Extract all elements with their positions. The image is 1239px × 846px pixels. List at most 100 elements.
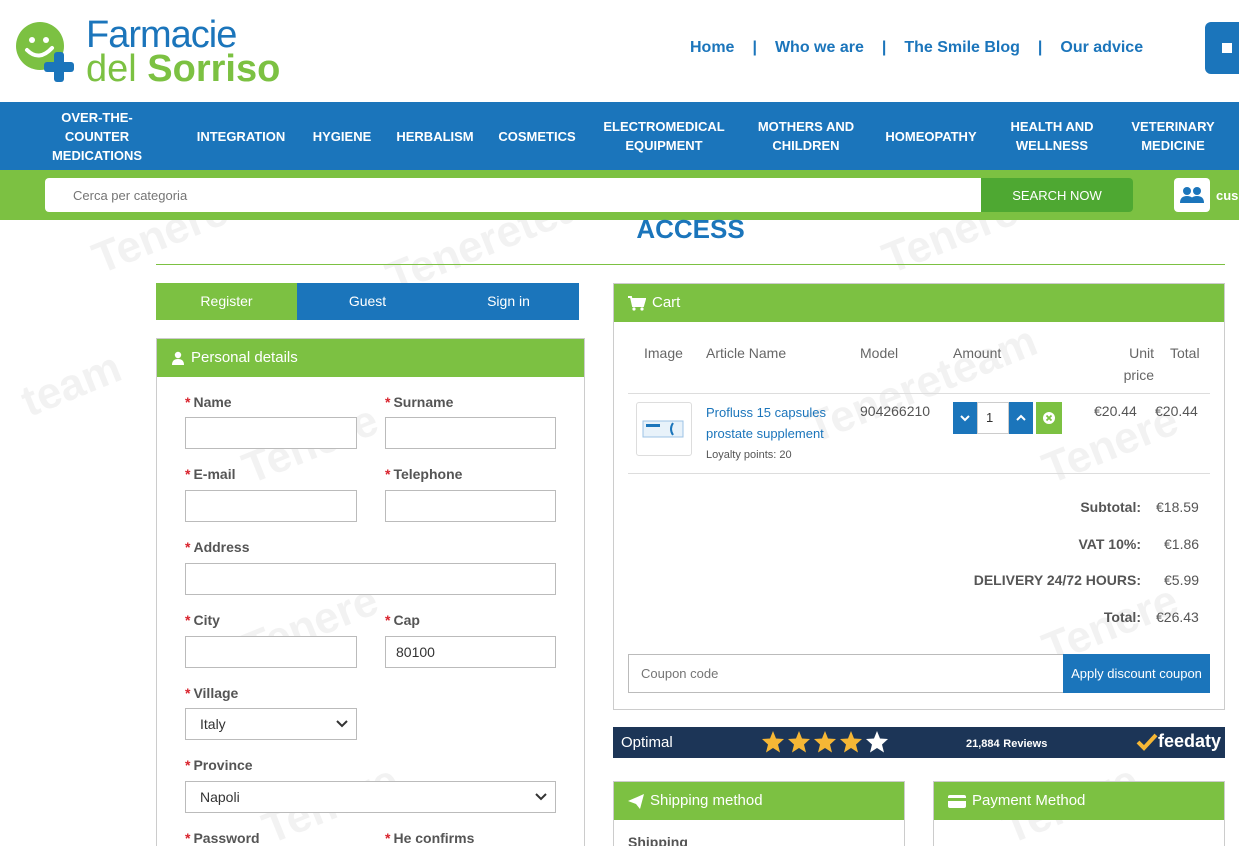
city-input[interactable] [185, 636, 357, 668]
search-bar: SEARCH NOW cus [0, 170, 1239, 220]
chevron-down-icon [336, 720, 348, 728]
rating-text: Optimal [621, 734, 673, 751]
product-name-link[interactable]: Profluss 15 capsules prostate supplement [706, 402, 846, 444]
village-select[interactable]: Italy [185, 708, 357, 740]
feedaty-rating-bar[interactable]: Optimal 21,884 Reviews feedaty [613, 727, 1225, 758]
remove-circle-icon [1043, 412, 1055, 424]
shipping-method-title: Shipping method [650, 792, 763, 809]
vat-value: €1.86 [1164, 536, 1200, 552]
category-health-wellness[interactable]: HEALTH AND WELLNESS [1005, 117, 1099, 155]
site-header: Farmacie del Sorriso Home | Who we are |… [0, 0, 1239, 102]
customer-area-button[interactable] [1174, 178, 1210, 212]
site-logo[interactable]: Farmacie del Sorriso [14, 14, 314, 90]
nav-separator: | [881, 39, 887, 56]
chevron-down-icon [535, 793, 547, 801]
category-cosmetics[interactable]: COSMETICS [495, 127, 579, 146]
province-select[interactable]: Napoli [185, 781, 556, 813]
cart-header: Cart [614, 284, 1224, 322]
access-tabs: Register Guest Sign in [156, 283, 579, 320]
city-label: * City [185, 612, 220, 628]
address-input[interactable] [185, 563, 556, 595]
checkmark-icon [1136, 733, 1158, 751]
category-mothers-children[interactable]: MOTHERS AND CHILDREN [752, 117, 860, 155]
col-total: Total [1170, 345, 1200, 361]
name-input[interactable] [185, 417, 357, 449]
category-otc[interactable]: OVER-THE-COUNTER MEDICATIONS [30, 108, 164, 165]
tab-register[interactable]: Register [156, 283, 297, 320]
shipping-label: Shipping [628, 834, 688, 846]
telephone-input[interactable] [385, 490, 556, 522]
star-filled-icon [788, 731, 810, 753]
category-veterinary[interactable]: VETERINARY MEDICINE [1124, 117, 1222, 155]
top-nav: Home | Who we are | The Smile Blog | Our… [690, 36, 1143, 60]
cart-title: Cart [652, 294, 681, 311]
category-homeopathy[interactable]: HOMEOPATHY [880, 127, 982, 146]
name-label: * Name [185, 394, 232, 410]
village-selected: Italy [200, 716, 226, 732]
col-article: Article Name [706, 345, 787, 361]
nav-our-advice[interactable]: Our advice [1060, 39, 1143, 57]
reviews-count: 21,884 Reviews [966, 738, 1048, 750]
item-unit-price: €20.44 [1094, 403, 1137, 419]
telephone-label: * Telephone [385, 466, 463, 482]
qty-input[interactable]: 1 [977, 402, 1009, 434]
surname-input[interactable] [385, 417, 556, 449]
subtotal-value: €18.59 [1156, 499, 1199, 515]
cap-input[interactable] [385, 636, 556, 668]
personal-details-header: Personal details [157, 339, 584, 377]
shopping-cart-icon [628, 295, 646, 311]
nav-who-we-are[interactable]: Who we are [775, 39, 864, 57]
category-integration[interactable]: INTEGRATION [192, 127, 290, 146]
nav-separator: | [1037, 39, 1043, 56]
chevron-up-icon [1016, 414, 1026, 421]
surname-label: * Surname [385, 394, 454, 410]
chevron-down-icon [960, 415, 970, 422]
qty-increase-button[interactable] [1009, 402, 1033, 434]
total-value: €26.43 [1156, 609, 1199, 625]
tab-sign-in[interactable]: Sign in [438, 283, 579, 320]
product-loyalty-points: Loyalty points: 20 [706, 449, 792, 461]
search-input[interactable] [45, 178, 981, 212]
page-title: ACCESS [636, 214, 745, 244]
tab-guest[interactable]: Guest [297, 283, 438, 320]
credit-card-icon [948, 794, 966, 808]
table-divider [628, 393, 1210, 394]
star-filled-icon [762, 731, 784, 753]
payment-method-panel: Payment Method [933, 781, 1225, 846]
cart-panel: Cart Image Article Name Model Amount Uni… [613, 283, 1225, 710]
cap-label: * Cap [385, 612, 420, 628]
product-image[interactable] [636, 402, 692, 456]
customer-area-label[interactable]: cus [1216, 188, 1238, 203]
search-button[interactable]: SEARCH NOW [981, 178, 1133, 212]
nav-smile-blog[interactable]: The Smile Blog [904, 39, 1020, 57]
vat-label: VAT 10%: [1078, 536, 1142, 552]
user-icon [172, 351, 184, 365]
category-herbalism[interactable]: HERBALISM [392, 127, 478, 146]
rating-stars [761, 730, 889, 754]
coupon-input[interactable] [628, 654, 1064, 693]
product-box-icon [642, 420, 684, 438]
logo-line-2: del Sorriso [86, 48, 281, 90]
village-label: * Village [185, 685, 239, 701]
apply-coupon-button[interactable]: Apply discount coupon [1063, 654, 1210, 693]
category-hygiene[interactable]: HYGIENE [308, 127, 376, 146]
delivery-label: DELIVERY 24/72 HOURS: [973, 572, 1141, 588]
personal-details-title: Personal details [191, 349, 298, 366]
paper-plane-icon [628, 793, 644, 809]
nav-home[interactable]: Home [690, 39, 734, 57]
star-filled-icon [840, 731, 862, 753]
province-selected: Napoli [200, 789, 240, 805]
header-cart-button[interactable] [1205, 22, 1239, 74]
remove-item-button[interactable] [1036, 402, 1062, 434]
delivery-value: €5.99 [1164, 572, 1200, 588]
col-image: Image [644, 345, 683, 361]
shipping-method-header: Shipping method [614, 782, 904, 820]
title-divider [156, 264, 1225, 265]
qty-decrease-button[interactable] [953, 402, 977, 434]
email-input[interactable] [185, 490, 357, 522]
col-model: Model [860, 345, 899, 361]
category-electromedical[interactable]: ELECTROMEDICAL EQUIPMENT [600, 117, 728, 155]
smiley-cross-icon [16, 22, 74, 82]
product-model: 904266210 [860, 403, 931, 419]
shipping-method-panel: Shipping method Shipping [613, 781, 905, 846]
